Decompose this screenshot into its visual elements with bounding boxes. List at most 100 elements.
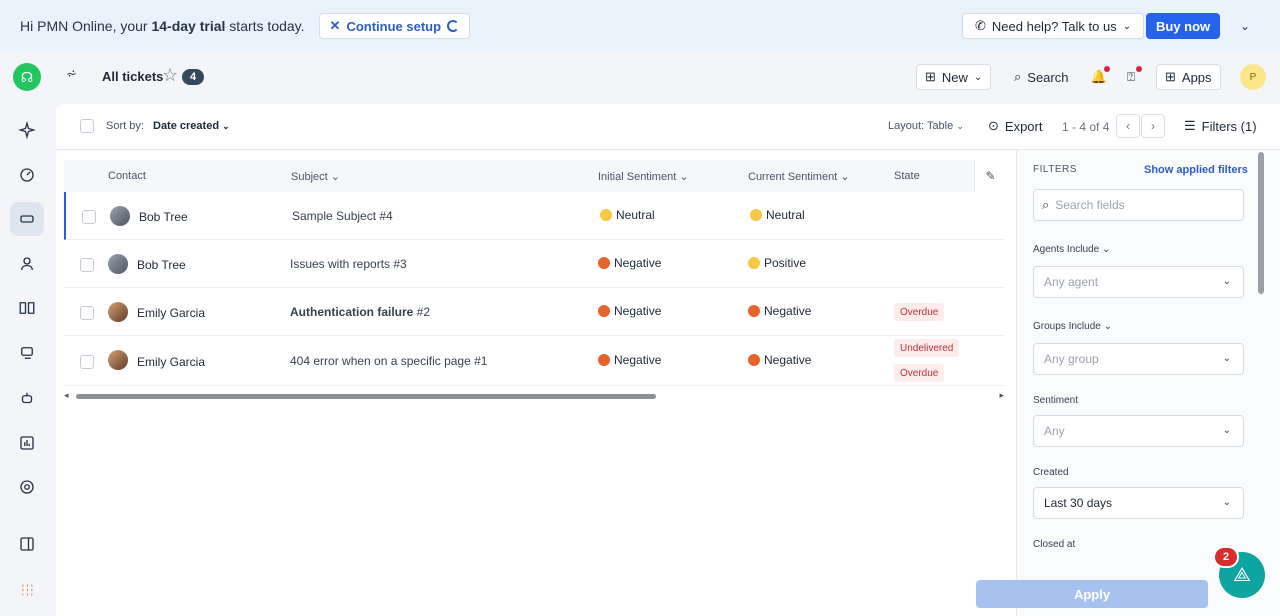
chevron-down-icon: ⌄: [1222, 497, 1231, 508]
apps-button[interactable]: ⊞ Apps: [1156, 64, 1221, 90]
star-icon[interactable]: ☆: [162, 65, 178, 86]
status-badge: Overdue: [894, 303, 945, 321]
sort-dropdown[interactable]: Date created ⌄: [153, 120, 230, 132]
column-initial-sentiment[interactable]: Initial Sentiment ⌄: [598, 170, 689, 183]
left-sidebar: ☊: [0, 52, 54, 616]
sidebar-conversations-icon[interactable]: [10, 336, 44, 370]
status-badge: Overdue: [894, 364, 945, 382]
sentiment-select[interactable]: Any ⌄: [1033, 415, 1244, 447]
search-fields-input[interactable]: [1055, 198, 1226, 212]
initial-sentiment: Negative: [598, 353, 661, 367]
filters-toggle-button[interactable]: ☰ Filters (1): [1184, 118, 1257, 134]
column-contact[interactable]: Contact: [108, 170, 146, 182]
edit-columns-pencil-icon[interactable]: ✎: [974, 160, 1006, 192]
loading-spinner-icon: [447, 20, 460, 32]
neutral-face-icon: [750, 209, 762, 221]
banner-collapse-chevron-icon[interactable]: ⌄: [1230, 13, 1260, 39]
column-subject[interactable]: Subject ⌄: [291, 170, 340, 183]
current-sentiment: Neutral: [750, 208, 805, 222]
table-row[interactable]: Bob Tree Issues with reports #3 Negative…: [64, 240, 1004, 288]
row-checkbox[interactable]: [80, 258, 94, 272]
groups-include-label[interactable]: Groups Include ⌄: [1033, 321, 1112, 332]
sidebar-contacts-icon[interactable]: [10, 247, 44, 281]
column-state[interactable]: State: [894, 170, 920, 182]
chevron-down-icon: ⌄: [222, 121, 230, 131]
search-button[interactable]: ⌕ Search: [1006, 64, 1076, 90]
sidebar-bot-icon[interactable]: [10, 381, 44, 415]
ticket-subject[interactable]: Sample Subject #4: [292, 209, 393, 223]
help-question-icon[interactable]: ⍰: [1118, 64, 1144, 90]
user-avatar[interactable]: P: [1240, 64, 1266, 90]
row-checkbox[interactable]: [80, 355, 94, 369]
created-select[interactable]: Last 30 days ⌄: [1033, 487, 1244, 519]
ticket-count-badge: 4: [182, 69, 204, 85]
table-row[interactable]: Emily Garcia 404 error when on a specifi…: [64, 336, 1004, 386]
chevron-down-icon: ⌄: [1122, 20, 1132, 32]
new-button[interactable]: ⊞ New ⌄: [916, 64, 992, 90]
sidebar-ai-sparkle-icon[interactable]: [10, 113, 44, 147]
table-header: Contact Subject ⌄ Initial Sentiment ⌄ Cu…: [64, 160, 1006, 192]
created-label: Created: [1033, 467, 1069, 478]
sidebar-dashboard-icon[interactable]: [10, 158, 44, 192]
pagination-text: 1 - 4 of 4: [1062, 120, 1110, 134]
sidebar-settings-icon[interactable]: [10, 470, 44, 504]
help-button[interactable]: ✆ Need help? Talk to us ⌄: [962, 13, 1145, 39]
table-row[interactable]: Emily Garcia Authentication failure #2 N…: [64, 288, 1004, 336]
phone-icon: ✆: [975, 18, 986, 33]
table-row[interactable]: Bob Tree Sample Subject #4 Neutral Neutr…: [64, 192, 1004, 240]
row-checkbox[interactable]: [80, 306, 94, 320]
ticket-subject[interactable]: Authentication failure #2: [290, 305, 430, 319]
next-page-button[interactable]: ›: [1141, 114, 1165, 138]
notifications-bell-icon[interactable]: 🔔: [1086, 64, 1112, 90]
export-button[interactable]: ⊙ Export: [988, 118, 1042, 134]
scroll-left-icon[interactable]: ◂: [64, 390, 69, 401]
chevron-down-icon: ⌄: [1222, 353, 1231, 364]
banner-message: Hi PMN Online, your 14-day trial starts …: [20, 18, 305, 34]
app-logo-icon[interactable]: ☊: [13, 63, 41, 91]
sidebar-app-grid-icon[interactable]: [10, 573, 44, 607]
chevron-down-icon: ⌄: [956, 121, 964, 131]
notification-dot: [1104, 66, 1110, 72]
apps-grid-icon: ⊞: [1165, 69, 1176, 84]
scrollbar-thumb[interactable]: [76, 394, 656, 399]
buy-now-button[interactable]: Buy now: [1146, 13, 1221, 39]
agents-include-label[interactable]: Agents Include ⌄: [1033, 244, 1110, 255]
trial-banner: Hi PMN Online, your 14-day trial starts …: [0, 0, 1280, 52]
avatar: [108, 254, 128, 274]
angry-face-icon: [598, 354, 610, 366]
sidebar-knowledge-base-icon[interactable]: [10, 291, 44, 325]
column-current-sentiment[interactable]: Current Sentiment ⌄: [748, 170, 850, 183]
contact-name[interactable]: Emily Garcia: [137, 355, 205, 369]
contact-name[interactable]: Bob Tree: [139, 210, 188, 224]
agents-select[interactable]: Any agent ⌄: [1033, 266, 1244, 298]
contact-name[interactable]: Emily Garcia: [137, 306, 205, 320]
select-all-checkbox[interactable]: [80, 119, 94, 133]
sidebar-collapse-icon[interactable]: [10, 527, 44, 561]
sidebar-tickets-icon[interactable]: [10, 202, 44, 236]
tickets-toolbar: Sort by: Date created ⌄ Layout: Table ⌄ …: [56, 104, 1280, 150]
show-applied-filters-link[interactable]: Show applied filters: [1144, 164, 1248, 176]
apply-filters-button[interactable]: Apply: [976, 580, 1208, 608]
filters-scrollbar[interactable]: [1258, 152, 1264, 294]
filters-list-icon: ☰: [1184, 118, 1196, 133]
continue-setup-button[interactable]: ✕ Continue setup: [318, 13, 471, 39]
filters-title: FILTERS: [1033, 164, 1077, 175]
status-badge: Undelivered: [894, 339, 960, 357]
ticket-subject[interactable]: 404 error when on a specific page #1: [290, 354, 487, 368]
initial-sentiment: Negative: [598, 256, 661, 270]
contact-name[interactable]: Bob Tree: [137, 258, 186, 272]
initial-sentiment: Negative: [598, 304, 661, 318]
angry-face-icon: [748, 305, 760, 317]
ticket-subject[interactable]: Issues with reports #3: [290, 257, 407, 271]
search-icon: ⌕: [1042, 197, 1050, 212]
layout-dropdown[interactable]: Layout: Table ⌄: [888, 120, 964, 132]
avatar: [108, 350, 128, 370]
horizontal-scrollbar[interactable]: ◂ ▸: [64, 390, 1004, 402]
prev-page-button[interactable]: ‹: [1116, 114, 1140, 138]
views-filter-icon[interactable]: ⩫: [66, 66, 77, 82]
search-fields-input-wrapper[interactable]: ⌕: [1033, 189, 1244, 221]
groups-select[interactable]: Any group ⌄: [1033, 343, 1244, 375]
sidebar-reports-icon[interactable]: [10, 426, 44, 460]
row-checkbox[interactable]: [82, 210, 96, 224]
scroll-right-icon[interactable]: ▸: [999, 390, 1004, 401]
